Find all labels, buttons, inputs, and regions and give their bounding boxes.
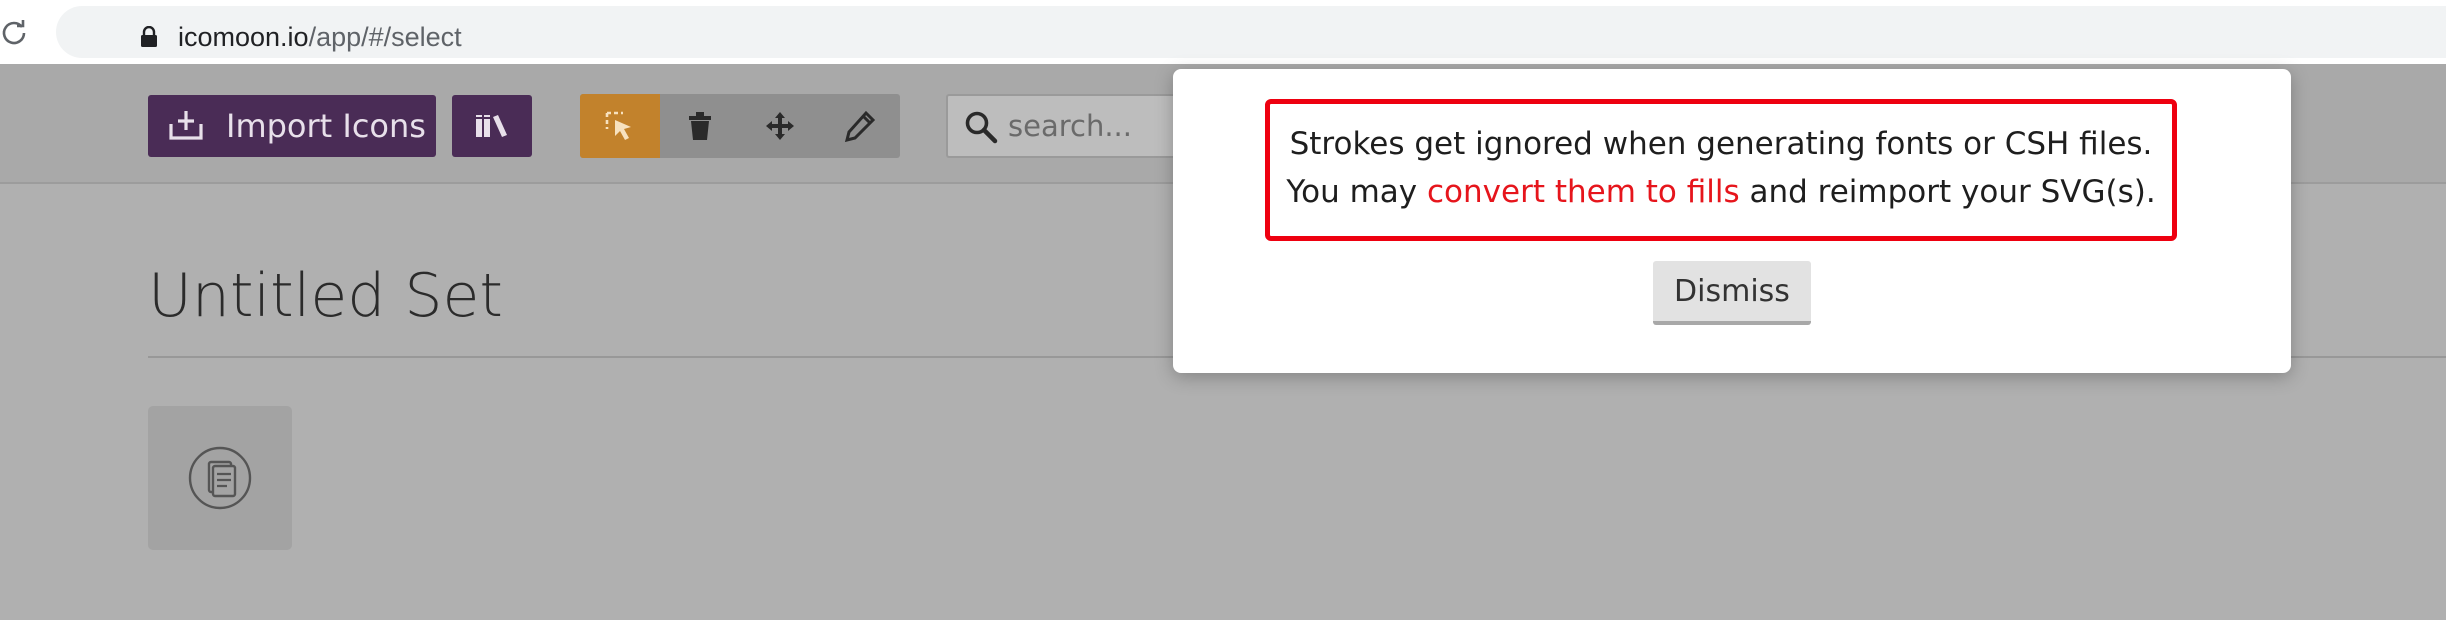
reload-icon[interactable]	[0, 18, 28, 46]
library-button[interactable]	[452, 95, 532, 157]
url-host: icomoon.io	[178, 22, 309, 52]
convert-to-fills-link[interactable]: convert them to fills	[1427, 174, 1740, 210]
select-tool-button[interactable]	[580, 94, 660, 158]
search-input[interactable]	[1008, 104, 1178, 148]
url-text: icomoon.io/app/#/select	[178, 20, 462, 54]
url-path: /app/#/select	[308, 22, 462, 52]
delete-tool-button[interactable]	[660, 94, 740, 158]
import-icons-button[interactable]: Import Icons	[148, 95, 436, 157]
move-arrows-icon	[766, 112, 794, 140]
edit-tool-button[interactable]	[820, 94, 900, 158]
warning-line-2-suffix: and reimport your SVG(s).	[1739, 174, 2156, 210]
warning-line-1: Strokes get ignored when generating font…	[1289, 126, 2153, 162]
url-field[interactable]: icomoon.io/app/#/select	[56, 6, 2446, 58]
browser-address-bar: icomoon.io/app/#/select	[0, 0, 2446, 64]
library-icon	[476, 115, 507, 137]
warning-line-2: You may convert them to fills and reimpo…	[1270, 172, 2172, 212]
document-circle-icon	[188, 446, 252, 510]
search-box	[946, 94, 1186, 158]
warning-message: Strokes get ignored when generating font…	[1265, 99, 2177, 241]
import-icons-label: Import Icons	[226, 107, 426, 145]
warning-line-2-prefix: You may	[1286, 174, 1427, 210]
stroke-warning-popup: Strokes get ignored when generating font…	[1173, 69, 2291, 373]
set-title[interactable]: Untitled Set	[148, 260, 503, 332]
lock-icon	[140, 25, 158, 48]
move-tool-button[interactable]	[740, 94, 820, 158]
icon-tile[interactable]	[148, 406, 292, 550]
import-icon	[168, 108, 204, 142]
pencil-icon	[844, 110, 876, 142]
search-icon	[965, 111, 998, 144]
dismiss-button[interactable]: Dismiss	[1653, 261, 1811, 325]
trash-icon	[689, 112, 711, 140]
select-cursor-icon	[605, 111, 631, 140]
tool-group	[580, 94, 900, 158]
